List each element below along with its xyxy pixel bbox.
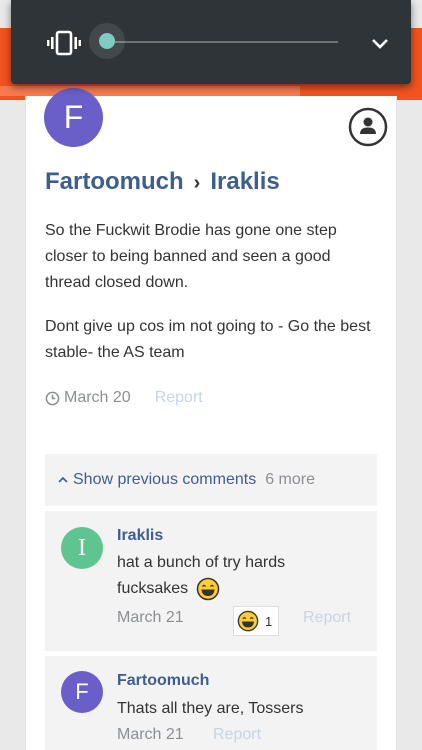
post-paragraph-1: So the Fuckwit Brodie has gone one step … (45, 222, 337, 291)
post-author-avatar[interactable]: F (44, 88, 103, 147)
header-highlight (0, 86, 300, 96)
post-author-link[interactable]: Fartoomuch (45, 168, 184, 195)
clock-icon (45, 391, 60, 405)
comment-item: F Fartoomuch Thats all they are, Tossers… (45, 656, 377, 750)
vibrate-icon[interactable] (47, 30, 81, 56)
post-report-link[interactable]: Report (155, 389, 203, 407)
comment-report-link[interactable]: Report (303, 609, 351, 627)
post-recipient-link[interactable]: Iraklis (210, 168, 279, 195)
volume-panel (11, 0, 411, 84)
volume-slider-thumb[interactable] (99, 33, 115, 49)
comment-author-link[interactable]: Iraklis (117, 527, 163, 545)
post-author-initial: F (63, 99, 84, 135)
laughing-emoji-icon (196, 577, 220, 601)
reaction-count: 1 (265, 613, 273, 629)
chevron-up-icon (58, 476, 68, 483)
show-previous-label[interactable]: Show previous comments (73, 471, 256, 489)
recipient-separator: › (193, 172, 201, 194)
user-profile-icon[interactable] (348, 107, 388, 147)
post-title: Fartoomuch › Iraklis (45, 168, 280, 196)
post-paragraph-2: Dont give up cos im not going to - Go th… (45, 318, 371, 361)
comment-body: Thats all they are, Tossers (117, 700, 304, 717)
show-previous-comments[interactable]: Show previous comments 6 more (45, 454, 377, 506)
more-comments-count: 6 more (265, 471, 315, 488)
comment-text: hat a bunch of try hards fucksakes (117, 550, 357, 602)
comment-author-initial: F (75, 679, 89, 704)
comment-date[interactable]: March 21 (117, 726, 184, 744)
laughing-emoji-icon (237, 610, 259, 632)
comment-date[interactable]: March 21 (117, 609, 184, 627)
post-date[interactable]: March 20 (64, 389, 131, 407)
comment-author-initial: I (78, 534, 86, 561)
volume-slider-track[interactable] (107, 41, 338, 43)
comment-author-link[interactable]: Fartoomuch (117, 672, 209, 690)
chevron-down-icon[interactable] (369, 34, 391, 52)
reaction-badge[interactable]: 1 (233, 606, 279, 636)
comment-author-avatar[interactable]: I (61, 527, 103, 569)
comment-report-link[interactable]: Report (213, 726, 261, 744)
comment-author-avatar[interactable]: F (61, 671, 103, 713)
post-meta: March 20 Report (45, 389, 203, 407)
comment-item: I Iraklis hat a bunch of try hards fucks… (45, 511, 377, 651)
